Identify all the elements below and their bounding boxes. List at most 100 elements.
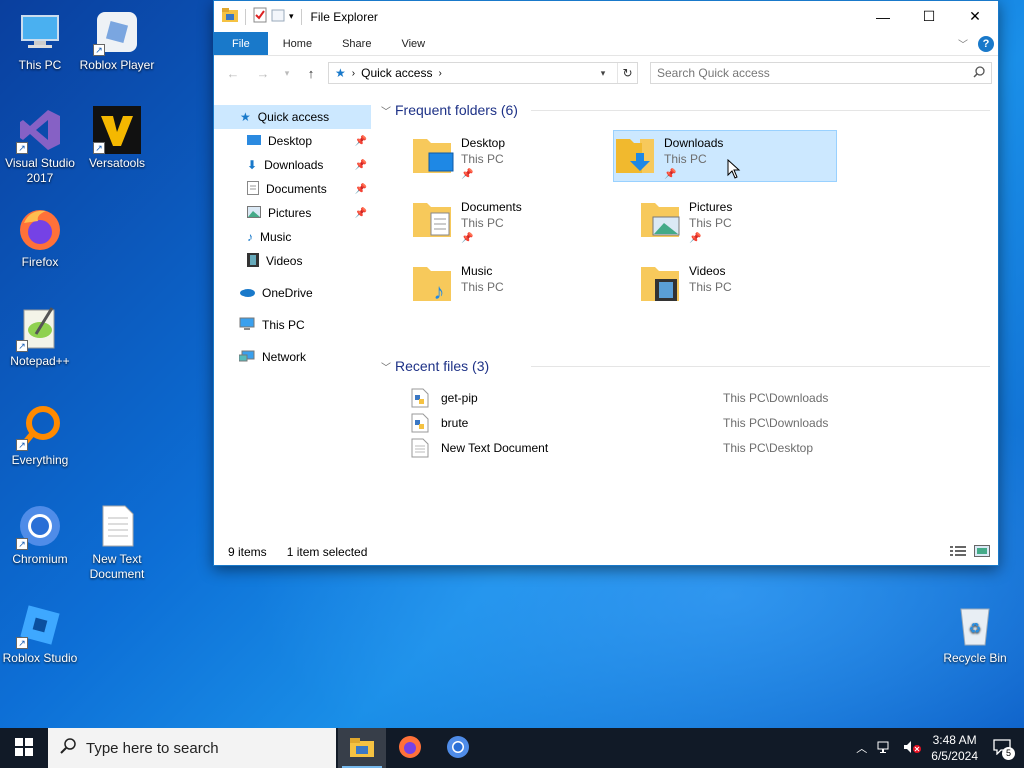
pin-icon[interactable]: 📌 — [664, 167, 723, 183]
file-location: This PC\Downloads — [723, 415, 829, 430]
taskbar-search-box[interactable]: Type here to search — [48, 728, 336, 768]
pictures-icon — [247, 205, 261, 221]
address-bar[interactable]: ★ › Quick access › ▾ ↻ — [328, 62, 638, 84]
nav-item-documents[interactable]: Documents 📌 — [214, 177, 371, 201]
pin-icon[interactable]: 📌 — [461, 167, 505, 183]
refresh-button[interactable]: ↻ — [617, 63, 637, 83]
folder-tile-documents[interactable]: Documents This PC 📌 — [411, 195, 635, 247]
start-button[interactable] — [0, 728, 48, 768]
folder-name: Downloads — [664, 136, 724, 150]
file-name: brute — [441, 415, 469, 430]
properties-icon[interactable] — [253, 7, 267, 26]
clock[interactable]: 3:48 AM 6/5/2024 — [931, 732, 978, 764]
desktop-icon-this-pc[interactable]: This PC — [0, 8, 80, 73]
folder-location: This PC — [461, 280, 504, 294]
tab-home[interactable]: Home — [268, 32, 327, 55]
recent-file-brute[interactable]: brute This PC\Downloads — [381, 410, 998, 435]
folder-tile-videos[interactable]: Videos This PC — [639, 259, 863, 311]
file-explorer-window: ▾ File Explorer — ☐ ✕ File Home Share Vi… — [213, 0, 999, 566]
folder-tile-downloads[interactable]: Downloads This PC 📌 — [613, 130, 837, 182]
recent-file-get-pip[interactable]: get-pip This PC\Downloads — [381, 385, 998, 410]
folder-tile-pictures[interactable]: Pictures This PC 📌 — [639, 195, 863, 247]
visual-studio-icon: ↗ — [16, 106, 64, 154]
tab-share[interactable]: Share — [327, 32, 386, 55]
desktop-icon-new-text-document[interactable]: New Text Document — [77, 502, 157, 582]
large-icons-view-button[interactable] — [974, 544, 990, 560]
new-folder-icon[interactable] — [271, 8, 285, 25]
nav-item-pictures[interactable]: Pictures 📌 — [214, 201, 371, 225]
pin-icon[interactable]: 📌 — [355, 208, 367, 219]
action-center-button[interactable]: 5 — [988, 734, 1016, 762]
this-pc-icon — [239, 317, 255, 334]
mouse-cursor — [727, 158, 741, 182]
folder-name: Videos — [689, 264, 726, 278]
address-dropdown-icon[interactable]: ▾ — [595, 68, 611, 79]
frequent-folders-header[interactable]: ﹀ Frequent folders (6) — [381, 99, 998, 121]
nav-item-label: Network — [262, 350, 307, 364]
taskbar-file-explorer[interactable] — [338, 728, 386, 768]
desktop-icon-versatools[interactable]: ↗ Versatools — [77, 106, 157, 171]
pin-icon[interactable]: 📌 — [461, 231, 522, 247]
folder-location: This PC — [689, 216, 732, 230]
qat-dropdown-icon[interactable]: ▾ — [289, 11, 294, 22]
up-button[interactable]: ↑ — [298, 62, 324, 84]
desktop-icon-label: Notepad++ — [10, 354, 70, 368]
downloads-folder-icon — [614, 131, 660, 179]
nav-item-desktop[interactable]: Desktop 📌 — [214, 129, 371, 153]
nav-item-videos[interactable]: Videos — [214, 249, 371, 273]
close-button[interactable]: ✕ — [952, 1, 998, 32]
nav-item-downloads[interactable]: ⬇ Downloads 📌 — [214, 153, 371, 177]
desktop-icon-visual-studio[interactable]: ↗ Visual Studio 2017 — [0, 106, 80, 186]
nav-item-network[interactable]: Network — [214, 345, 371, 369]
breadcrumb-quick-access[interactable]: Quick access — [361, 66, 432, 80]
desktop-icon-recycle-bin[interactable]: ♻ Recycle Bin — [935, 601, 1015, 666]
details-view-button[interactable] — [950, 545, 966, 560]
nav-item-onedrive[interactable]: OneDrive — [214, 281, 371, 305]
file-name: New Text Document — [441, 440, 549, 455]
chevron-down-icon: ﹀ — [381, 106, 391, 118]
pin-icon[interactable]: 📌 — [355, 136, 367, 147]
expand-ribbon-icon[interactable]: ﹀ — [958, 36, 968, 51]
maximize-button[interactable]: ☐ — [906, 1, 952, 32]
desktop-icon-roblox-player[interactable]: ↗ Roblox Player — [77, 8, 157, 73]
volume-muted-icon[interactable] — [903, 740, 922, 757]
desktop-icon-notepadpp[interactable]: ↗ Notepad++ — [0, 304, 80, 369]
group-title: Recent files (3) — [395, 358, 490, 374]
tab-file[interactable]: File — [214, 32, 268, 55]
show-hidden-icons-button[interactable]: ︿ — [856, 740, 867, 756]
taskbar-firefox[interactable] — [386, 728, 434, 768]
recent-file-new-text-document[interactable]: New Text Document This PC\Desktop — [381, 435, 998, 460]
maximize-icon: ☐ — [922, 8, 936, 24]
search-input[interactable]: Search Quick access — [657, 66, 770, 80]
taskbar-chromium[interactable] — [434, 728, 482, 768]
minimize-icon: — — [876, 8, 890, 25]
forward-button[interactable]: → — [250, 62, 276, 84]
pin-icon[interactable]: 📌 — [689, 231, 732, 247]
network-status-icon[interactable] — [877, 740, 893, 757]
nav-item-music[interactable]: ♪ Music — [214, 225, 371, 249]
minimize-button[interactable]: — — [860, 1, 906, 32]
desktop-icon-chromium[interactable]: ↗ Chromium — [0, 502, 80, 567]
help-icon[interactable]: ? — [978, 35, 994, 52]
taskbar-search-input[interactable]: Type here to search — [86, 740, 219, 757]
nav-item-label: This PC — [262, 318, 305, 332]
tab-view[interactable]: View — [386, 32, 440, 55]
desktop-icon-firefox[interactable]: Firefox — [0, 205, 80, 270]
pin-icon[interactable]: 📌 — [355, 184, 367, 195]
desktop-icon-everything[interactable]: ↗ Everything — [0, 403, 80, 468]
folder-tile-desktop[interactable]: Desktop This PC 📌 — [411, 131, 635, 183]
search-box[interactable]: Search Quick access — [650, 62, 992, 84]
nav-item-this-pc[interactable]: This PC — [214, 313, 371, 337]
desktop-icon-roblox-studio[interactable]: ↗ Roblox Studio — [0, 601, 80, 666]
folder-tile-music[interactable]: ♪ Music This PC — [411, 259, 635, 311]
pin-icon[interactable]: 📌 — [355, 160, 367, 171]
file-name: get-pip — [441, 390, 478, 405]
back-button[interactable]: ← — [220, 62, 246, 84]
search-icon — [60, 738, 76, 758]
recent-locations-button[interactable]: ▾ — [280, 62, 294, 84]
videos-folder-icon — [639, 259, 685, 307]
nav-item-quick-access[interactable]: ★ Quick access — [214, 105, 371, 129]
recent-files-header[interactable]: ﹀ Recent files (3) — [381, 355, 998, 377]
folder-location: This PC — [689, 280, 732, 294]
title-bar[interactable]: ▾ File Explorer — ☐ ✕ — [214, 1, 998, 32]
